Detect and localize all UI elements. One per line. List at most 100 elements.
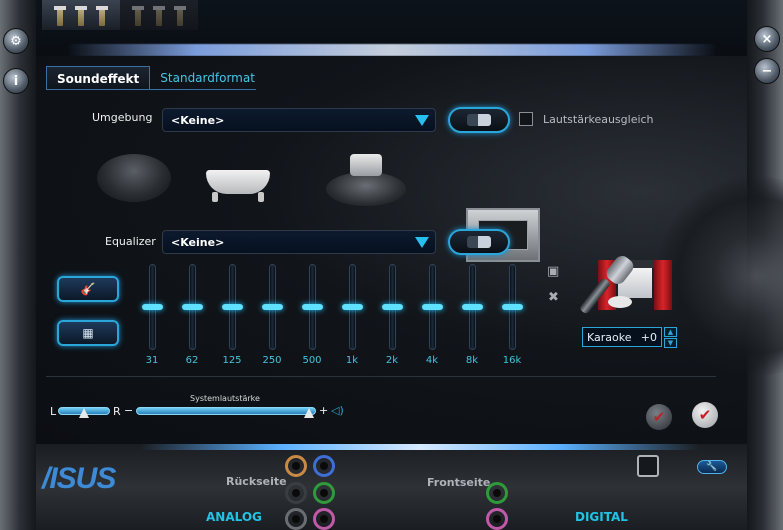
eq-slider-thumb[interactable]: [222, 304, 243, 310]
eq-frequency-label: 1k: [345, 355, 359, 366]
preset-padded-cell[interactable]: [97, 154, 171, 202]
loudness-equalization-label: Lautstärkeausgleich: [543, 113, 654, 126]
device-tab-speakers[interactable]: [42, 0, 120, 30]
tub-foot: [212, 192, 218, 202]
plug-icon: [152, 6, 165, 26]
device-tab-inputs[interactable]: [120, 0, 198, 30]
jack-grey-icon[interactable]: [285, 508, 307, 530]
rear-label: Rückseite: [226, 475, 287, 488]
karaoke-label: Karaoke: [587, 330, 632, 344]
eq-slider-thumb[interactable]: [502, 304, 523, 310]
graphic-eq-button[interactable]: ▦: [57, 320, 119, 346]
equalizer-label: Equalizer: [105, 235, 156, 248]
eq-band-8k: 8k: [457, 264, 487, 374]
tab-soundeffekt[interactable]: Soundeffekt: [46, 66, 151, 90]
karaoke-down-arrow-icon[interactable]: ▼: [664, 338, 677, 348]
eq-slider-thumb[interactable]: [182, 304, 203, 310]
save-disk-icon[interactable]: ▣: [547, 264, 559, 279]
system-volume-slider[interactable]: [136, 407, 316, 415]
eq-frequency-label: 16k: [502, 355, 522, 366]
eq-frequency-label: 4k: [425, 355, 439, 366]
wrench-tool-icon[interactable]: 🔧: [697, 460, 727, 474]
karaoke-up-arrow-icon[interactable]: ▲: [664, 327, 677, 337]
jack-green-icon[interactable]: [313, 482, 335, 504]
tab-underline: [46, 89, 256, 90]
jack-blue-icon[interactable]: [313, 455, 335, 477]
curtain-right: [654, 260, 672, 310]
toggle-knob: [467, 114, 491, 126]
preset-bathroom[interactable]: [202, 152, 272, 202]
equalizer-selected: <Keine>: [171, 235, 225, 249]
system-volume-slider-thumb[interactable]: [303, 408, 314, 418]
guitar-preset-button[interactable]: 🎸: [57, 276, 119, 302]
eq-band-250: 250: [257, 264, 287, 374]
eq-slider-thumb[interactable]: [142, 304, 163, 310]
environment-toggle[interactable]: [448, 107, 510, 133]
audio-manager-window: ⚙ i × − Soundeffekt Standardformat Umgeb…: [0, 0, 783, 530]
padded-cell-icon: [97, 154, 171, 202]
lips-icon: [608, 296, 632, 308]
mic-stem: [578, 277, 612, 315]
dropdown-arrow-icon: [415, 115, 429, 126]
environment-dropdown[interactable]: <Keine>: [162, 108, 436, 132]
tub-foot: [258, 192, 264, 202]
eq-slider-thumb[interactable]: [422, 304, 443, 310]
loudness-equalization-checkbox[interactable]: [519, 112, 533, 126]
device-tabs: [42, 0, 202, 30]
front-jack-pink-icon[interactable]: [486, 508, 508, 530]
environment-label: Umgebung: [92, 111, 153, 124]
eq-band-1k: 1k: [337, 264, 367, 374]
eq-frequency-label: 500: [302, 355, 322, 366]
eq-band-500: 500: [297, 264, 327, 374]
connector-settings-folder-icon[interactable]: [637, 455, 659, 477]
tab-standardformat[interactable]: Standardformat: [150, 66, 265, 90]
eq-band-4k: 4k: [417, 264, 447, 374]
plug-icon: [54, 6, 67, 26]
plug-icon: [74, 6, 87, 26]
eq-slider-thumb[interactable]: [262, 304, 283, 310]
karaoke-field[interactable]: Karaoke +0: [582, 327, 662, 347]
eq-frequency-label: 250: [262, 355, 282, 366]
balance-slider-thumb[interactable]: [79, 408, 89, 418]
delete-x-icon[interactable]: ✖: [548, 290, 559, 305]
digital-label: DIGITAL: [575, 510, 628, 524]
jack-black-icon[interactable]: [285, 482, 307, 504]
asus-logo: /ISUS: [42, 462, 116, 495]
eq-slider-thumb[interactable]: [342, 304, 363, 310]
effect-tabs: Soundeffekt Standardformat: [46, 66, 265, 90]
eq-frequency-label: 8k: [465, 355, 479, 366]
default-device-check-icon[interactable]: ✔: [646, 404, 672, 430]
equalizer-dropdown[interactable]: <Keine>: [162, 230, 436, 254]
preset-stage[interactable]: [326, 150, 406, 206]
volume-minus[interactable]: −: [124, 404, 133, 417]
eq-slider-thumb[interactable]: [382, 304, 403, 310]
karaoke-value: +0: [640, 330, 657, 344]
info-icon[interactable]: i: [3, 68, 29, 94]
equalizer-toggle[interactable]: [448, 229, 510, 255]
settings-gear-icon[interactable]: ⚙: [3, 28, 29, 54]
karaoke-microphone-icon: [578, 252, 644, 324]
front-label: Frontseite: [427, 476, 491, 489]
jack-pink-icon[interactable]: [313, 508, 335, 530]
balance-right-label: R: [113, 405, 121, 418]
bathtub-icon: [206, 170, 270, 194]
volume-plus[interactable]: +: [319, 404, 328, 417]
plug-icon: [95, 6, 108, 26]
eq-slider-thumb[interactable]: [462, 304, 483, 310]
minimize-icon[interactable]: −: [754, 58, 780, 84]
bottom-glow-divider: [140, 444, 700, 450]
plug-icon: [173, 6, 186, 26]
top-glow-divider: [66, 44, 718, 56]
stage-ring: [350, 154, 382, 176]
eq-band-31: 31: [137, 264, 167, 374]
eq-band-16k: 16k: [497, 264, 527, 374]
close-icon[interactable]: ×: [754, 26, 780, 52]
speaker-volume-icon[interactable]: ◁): [331, 404, 344, 417]
guitar-icon: 🎸: [80, 282, 96, 296]
eq-slider-thumb[interactable]: [302, 304, 323, 310]
front-jack-green-icon[interactable]: [486, 482, 508, 504]
eq-band-62: 62: [177, 264, 207, 374]
jack-orange-icon[interactable]: [285, 455, 307, 477]
dropdown-arrow-icon: [415, 237, 429, 248]
set-default-icon[interactable]: ✔: [692, 402, 718, 428]
